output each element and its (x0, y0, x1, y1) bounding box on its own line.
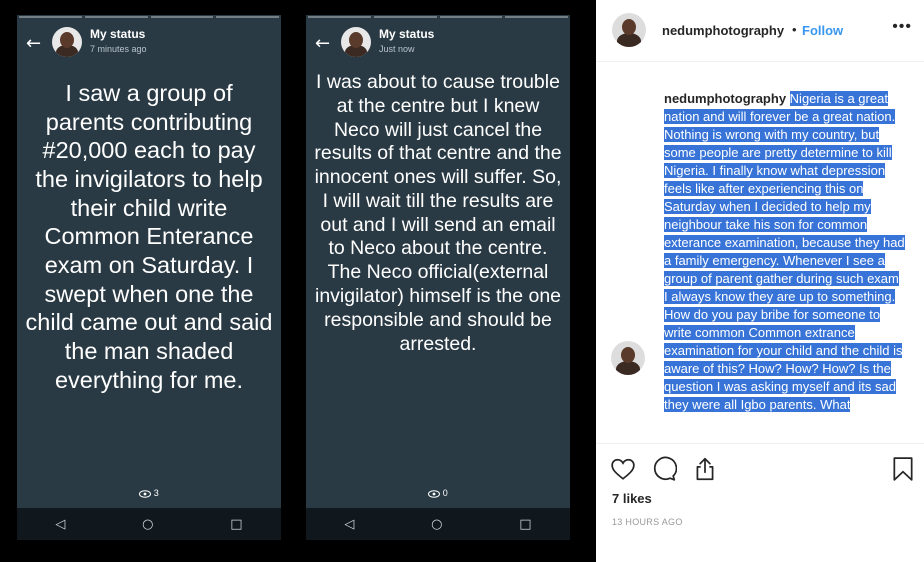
story-progress (306, 15, 570, 19)
views-number: 0 (442, 488, 448, 498)
share-icon[interactable] (692, 456, 718, 482)
profile-username[interactable]: nedumphotography (662, 23, 784, 38)
nav-back-icon: ◁ (344, 516, 355, 532)
nav-home-icon: ○ (431, 516, 443, 532)
follow-button[interactable]: Follow (802, 23, 843, 38)
caption-avatar[interactable] (611, 341, 645, 375)
post-actions: 7 likes 13 HOURS AGO (596, 443, 924, 562)
caption-area[interactable]: nedumphotography Nigeria is a great nati… (596, 63, 924, 443)
post-timestamp[interactable]: 13 HOURS AGO (612, 517, 683, 527)
views-number: 3 (153, 488, 159, 498)
status-header: ← My status Just now (306, 23, 570, 67)
nav-home-icon: ○ (142, 516, 154, 532)
status-avatar (52, 27, 82, 57)
status-name: My status (379, 27, 435, 41)
more-options-icon[interactable]: ••• (892, 18, 912, 36)
post-media: ← My status 7 minutes ago I saw a group … (0, 0, 596, 562)
comment-icon[interactable] (651, 456, 677, 482)
views-count: 3 (17, 488, 281, 498)
caption: nedumphotography Nigeria is a great nati… (664, 90, 906, 414)
nav-back-icon: ◁ (55, 516, 66, 532)
status-message: I saw a group of parents contributing #2… (25, 80, 273, 393)
status-time: Just now (379, 44, 415, 54)
status-screenshot-2: ← My status Just now I was about to caus… (306, 15, 570, 540)
back-arrow-icon: ← (26, 33, 42, 54)
caption-username[interactable]: nedumphotography (664, 91, 787, 106)
eye-icon (139, 489, 152, 498)
caption-text: Nigeria is a great nation and will forev… (664, 91, 905, 412)
status-header: ← My status 7 minutes ago (17, 23, 281, 67)
status-screenshot-1: ← My status 7 minutes ago I saw a group … (17, 15, 281, 540)
heart-icon[interactable] (610, 456, 636, 482)
android-nav-bar: ◁ ○ □ (17, 508, 281, 540)
status-time: 7 minutes ago (90, 44, 147, 54)
status-message: I was about to cause trouble at the cent… (314, 71, 562, 355)
bookmark-icon[interactable] (890, 456, 916, 482)
likes-count[interactable]: 7 likes (612, 491, 652, 506)
android-nav-bar: ◁ ○ □ (306, 508, 570, 540)
nav-recents-icon: □ (230, 516, 243, 532)
separator-dot: • (792, 22, 797, 37)
eye-icon (428, 489, 441, 498)
post-side-panel: nedumphotography • Follow ••• nedumphoto… (596, 0, 924, 562)
nav-recents-icon: □ (519, 516, 532, 532)
status-avatar (341, 27, 371, 57)
page: ← My status 7 minutes ago I saw a group … (0, 0, 924, 562)
profile-avatar[interactable] (612, 13, 646, 47)
story-progress (17, 15, 281, 19)
views-count: 0 (306, 488, 570, 498)
back-arrow-icon: ← (315, 33, 331, 54)
status-name: My status (90, 27, 146, 41)
post-header: nedumphotography • Follow ••• (596, 0, 924, 62)
